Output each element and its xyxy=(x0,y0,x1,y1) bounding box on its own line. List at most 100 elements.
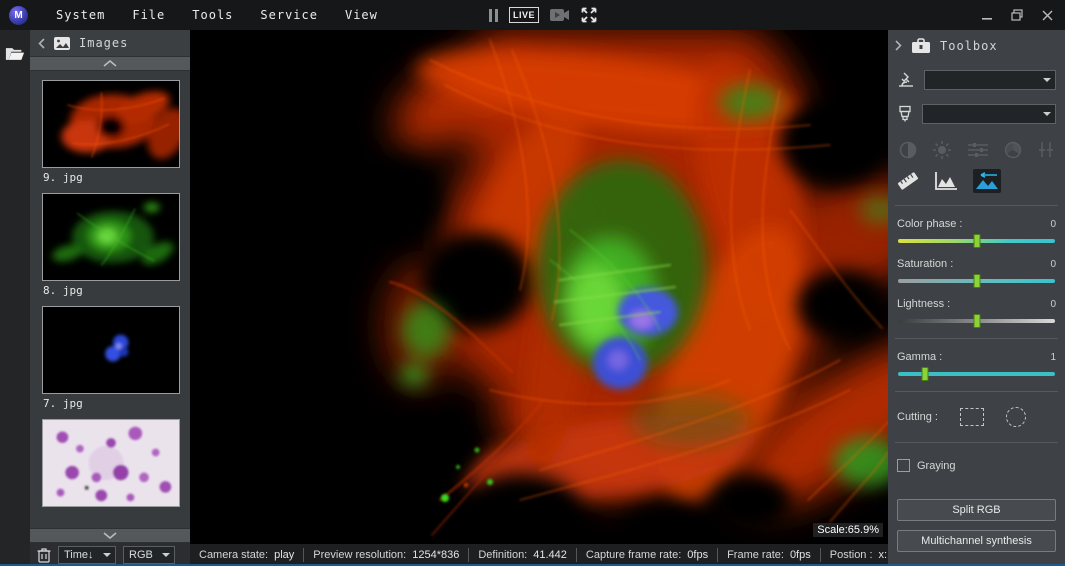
color-phase-value: 0 xyxy=(1050,219,1056,230)
images-panel-title: Images xyxy=(79,36,128,50)
split-rgb-button[interactable]: Split RGB xyxy=(897,499,1056,521)
restore-icon[interactable] xyxy=(1011,9,1023,21)
divider xyxy=(895,442,1058,443)
divider xyxy=(895,391,1058,392)
thumbnail-label: 8. jpg xyxy=(43,284,190,297)
slider-thumb[interactable] xyxy=(973,274,980,288)
menu-tools[interactable]: Tools xyxy=(192,8,233,22)
measure-tools-row xyxy=(897,169,1056,193)
ruler-icon[interactable] xyxy=(897,171,919,191)
lightness-value: 0 xyxy=(1050,299,1056,310)
image-gallery-icon xyxy=(54,37,70,50)
cutting-row: Cutting : xyxy=(897,407,1056,427)
lightness-slider[interactable] xyxy=(898,319,1055,323)
color-wheel-icon[interactable] xyxy=(1004,141,1022,159)
toolbox-header: Toolbox xyxy=(895,32,1056,59)
objective-dropdown[interactable] xyxy=(922,104,1056,124)
scale-indicator: Scale:65.9% xyxy=(813,523,883,537)
toolbox-title: Toolbox xyxy=(940,39,998,53)
status-bar: Camera state: play Preview resolution: 1… xyxy=(190,544,888,566)
rect-crop-icon[interactable] xyxy=(960,408,984,426)
gamma-slider[interactable] xyxy=(898,372,1055,376)
capture-controls: LIVE xyxy=(489,0,597,30)
image-adjust-icon-selected[interactable] xyxy=(973,169,1001,193)
brightness-icon[interactable] xyxy=(933,141,951,159)
objective-lens-icon xyxy=(897,105,913,123)
slider-thumb[interactable] xyxy=(921,367,928,381)
saturation-slider[interactable] xyxy=(898,279,1055,283)
thumbnail-label xyxy=(43,510,190,522)
thumbnail-stained-slide[interactable] xyxy=(42,419,180,507)
thumbnail-label: 9. jpg xyxy=(43,171,190,184)
lightness-label-row: Lightness : 0 xyxy=(897,298,1056,310)
fullscreen-icon[interactable] xyxy=(581,7,597,23)
thumbnail-scroll-up[interactable] xyxy=(30,57,190,70)
expand-panel-icon[interactable] xyxy=(895,40,902,51)
menu-bar: System File Tools Service View xyxy=(56,8,378,22)
channel-mode-value: RGB xyxy=(129,549,153,561)
menu-system[interactable]: System xyxy=(56,8,105,22)
caret-down-icon xyxy=(1043,112,1051,116)
thumbnail-scroll-down[interactable] xyxy=(30,529,190,542)
status-value: 41.442 xyxy=(533,549,567,561)
channel-mode-dropdown[interactable]: RGB xyxy=(123,546,175,564)
status-label: Definition: xyxy=(478,549,527,561)
status-label: Camera state: xyxy=(199,549,268,561)
slider-thumb[interactable] xyxy=(973,314,980,328)
minimize-icon[interactable] xyxy=(981,9,993,21)
pause-icon[interactable] xyxy=(489,9,498,22)
color-phase-label-row: Color phase : 0 xyxy=(897,218,1056,230)
menu-service[interactable]: Service xyxy=(260,8,318,22)
record-video-icon[interactable] xyxy=(550,8,570,22)
menu-view[interactable]: View xyxy=(345,8,378,22)
images-panel: Images xyxy=(30,30,190,566)
thumbnail-label: 7. jpg xyxy=(43,397,190,410)
window-controls xyxy=(981,0,1053,30)
adjustment-tools-disabled xyxy=(899,141,1054,159)
status-label: Frame rate: xyxy=(727,549,784,561)
color-phase-label: Color phase : xyxy=(897,218,962,230)
sort-order-dropdown[interactable]: Time↓ xyxy=(58,546,116,564)
camera-dropdown[interactable] xyxy=(924,70,1056,90)
open-folder-icon[interactable] xyxy=(5,46,25,62)
thumbnail-green-channel[interactable] xyxy=(42,193,180,281)
sort-order-value: Time↓ xyxy=(64,549,94,561)
cutting-label: Cutting : xyxy=(897,411,938,423)
gamma-label-row: Gamma : 1 xyxy=(897,351,1056,363)
images-panel-header: Images xyxy=(30,30,190,56)
objective-select-row xyxy=(897,104,1056,124)
multichannel-synthesis-button[interactable]: Multichannel synthesis xyxy=(897,530,1056,552)
status-camera-state: Camera state: play xyxy=(190,548,303,562)
thumbnail-list: 9. jpg xyxy=(30,71,190,528)
live-preview-image[interactable]: Scale:65.9% xyxy=(190,30,888,544)
thumbnail-blue-channel[interactable] xyxy=(42,306,180,394)
histogram-icon[interactable] xyxy=(934,171,958,191)
title-bar: M System File Tools Service View LIVE xyxy=(0,0,1065,30)
graying-label: Graying xyxy=(917,460,956,472)
divider xyxy=(895,205,1058,206)
graying-checkbox[interactable] xyxy=(897,459,910,472)
status-capture-frame-rate: Capture frame rate: 0fps xyxy=(576,548,717,562)
collapse-panel-icon[interactable] xyxy=(38,38,45,49)
saturation-value: 0 xyxy=(1050,259,1056,270)
lightness-label: Lightness : xyxy=(897,298,950,310)
close-icon[interactable] xyxy=(1041,9,1053,21)
divider xyxy=(895,338,1058,339)
live-mode-icon[interactable]: LIVE xyxy=(509,7,539,23)
white-balance-icon[interactable] xyxy=(1038,141,1054,159)
levels-icon[interactable] xyxy=(968,142,988,158)
status-value: play xyxy=(274,549,294,561)
caret-down-icon xyxy=(162,553,170,557)
slider-thumb[interactable] xyxy=(973,234,980,248)
color-phase-slider[interactable] xyxy=(898,239,1055,243)
caret-down-icon xyxy=(103,553,111,557)
status-label: Preview resolution: xyxy=(313,549,406,561)
thumbnail-red-channel[interactable] xyxy=(42,80,180,168)
contrast-icon[interactable] xyxy=(899,141,917,159)
gamma-value: 1 xyxy=(1050,352,1056,363)
circle-crop-icon[interactable] xyxy=(1006,407,1026,427)
left-tool-strip xyxy=(0,30,30,566)
status-value: 0fps xyxy=(790,549,811,561)
menu-file[interactable]: File xyxy=(132,8,165,22)
delete-trash-icon[interactable] xyxy=(37,547,51,563)
